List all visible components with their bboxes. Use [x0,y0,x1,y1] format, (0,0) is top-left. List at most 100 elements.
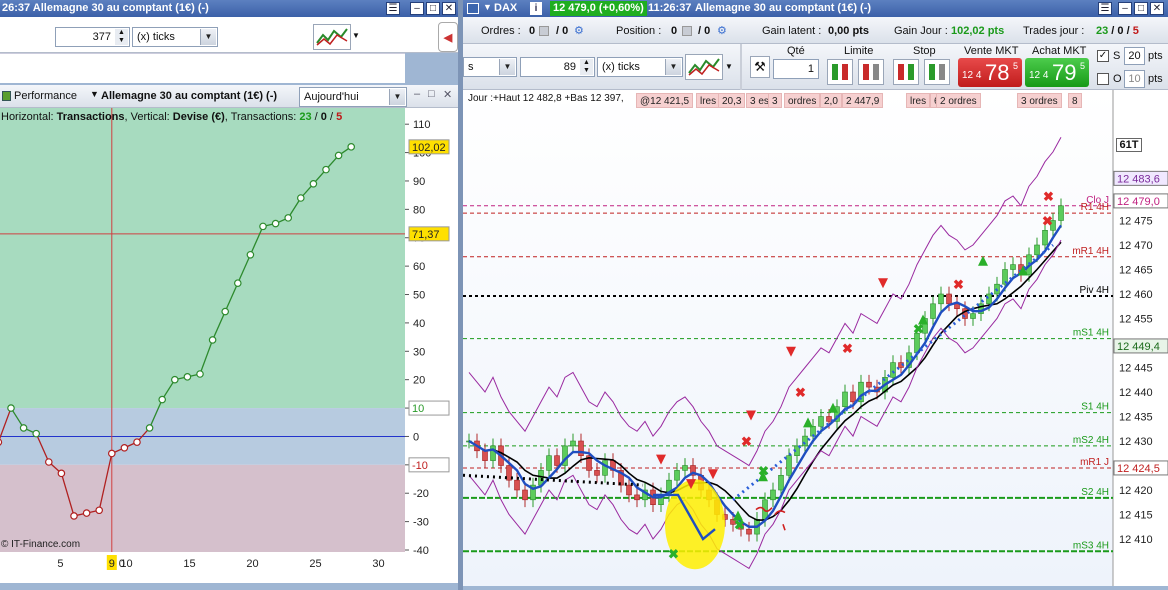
order-tag[interactable]: @12 421,5 [636,93,694,108]
x-tick-label: 15 [183,558,195,570]
info-icon[interactable]: i [530,2,542,15]
limit-buy-button[interactable] [827,59,853,85]
exit-loss-icon: ✖ [953,277,964,292]
equity-point [196,370,204,378]
maximize-icon[interactable]: □ [426,2,440,15]
close-icon[interactable]: ✕ [443,88,452,101]
objective-checkbox[interactable] [1097,73,1109,85]
buy-price-prefix: 12 4 [1029,70,1049,81]
position-total: / 0 [698,25,711,37]
pivot-label: S1 4H [1081,402,1109,413]
minimize-icon[interactable]: – [414,88,420,100]
cursor-value-label: 71,37 [412,229,440,241]
exit-loss-icon: ✖ [842,341,853,356]
equity-point [259,222,267,231]
left-ticks-input[interactable]: 377 ▲ ▼ [55,27,130,47]
performance-chart[interactable]: 1101009080706050403020100-10-20-30-40510… [0,108,458,583]
order-tag[interactable]: 3 [768,93,782,108]
trades-day-value: 23 / 0 / 5 [1096,25,1139,37]
period-select[interactable]: Aujourd'hui ▼ [299,87,407,107]
band-top-label: 10 [412,403,424,415]
chevron-down-icon[interactable]: ▼ [90,89,99,99]
chevron-down-icon[interactable]: ▼ [725,62,733,71]
pivot-label: mS1 4H [1073,328,1109,339]
gear-icon[interactable]: ⚙ [574,24,584,37]
order-tag[interactable]: 8 [1068,93,1082,108]
close-icon[interactable]: ✕ [442,2,456,15]
candle-body [778,474,784,491]
spin-icon[interactable]: ▲ ▼ [115,29,128,45]
order-tag[interactable]: ordres [784,93,821,108]
sell-mkt-button[interactable]: 12 4 78 5 [958,58,1022,87]
y-tick-label: -20 [413,488,429,500]
spin-icon[interactable]: ▲ ▼ [580,59,593,75]
limit-sell-button[interactable] [858,59,884,85]
close-position-icon[interactable] [682,26,692,36]
orders-total: / 0 [556,25,569,37]
candle-body [1042,230,1048,246]
high-price-label: 12 483,6 [1117,173,1160,185]
chart-period-select[interactable]: s ▼ [463,57,517,77]
chevron-down-icon[interactable]: ▼ [483,2,492,12]
cancel-orders-icon[interactable] [539,26,549,36]
stop-buy-button[interactable] [893,59,919,85]
chevron-down-icon[interactable]: ▼ [352,31,360,40]
right-ticks-mode-select[interactable]: (x) ticks ▼ [597,57,683,77]
minimize-icon[interactable]: – [1118,2,1132,15]
minimize-icon[interactable]: – [410,2,424,15]
price-chart[interactable]: 12 47512 47012 46512 46012 45512 45012 4… [462,90,1168,586]
order-tag[interactable]: 2 447,9 [842,93,884,108]
performance-instrument[interactable]: Allemagne 30 au comptant (1€) (-) [101,90,277,102]
equity-point [322,165,330,174]
equity-point [95,506,104,515]
equity-point [183,373,192,381]
sell-price-prefix: 12 4 [962,70,982,81]
x-tick-label: 25 [309,558,321,570]
chart-type-button[interactable] [685,54,723,80]
equity-point [171,375,179,384]
equity-point [19,424,28,432]
exit-win-icon: ✖ [668,547,679,562]
equity-point [44,458,53,466]
right-ticks-input[interactable]: 89 ▲ ▼ [520,57,595,77]
performance-tab[interactable]: Performance [14,90,77,102]
copyright-text: © IT-Finance.com [1,539,81,550]
toolbar-separator [740,44,742,90]
wrench-icon[interactable]: ⚒ [750,56,770,78]
exit-win-icon: ✖ [758,463,769,478]
stop-sell-button[interactable] [924,59,950,85]
order-tag[interactable]: 2,0 [820,93,842,108]
left-ticks-mode-select[interactable]: (x) ticks ▼ [132,27,218,47]
order-tag[interactable]: 2 ordres [936,93,981,108]
candle-body [682,465,688,471]
sidebar-toggle-icon[interactable]: ◀ [438,22,458,52]
stop-points-input[interactable]: 20 [1124,47,1145,65]
objective-points-input[interactable]: 10 [1124,70,1145,88]
qty-input[interactable]: 1 [773,59,819,79]
price-tick-label: 12 435 [1119,412,1153,424]
order-tag[interactable]: lres [696,93,721,108]
pivot-label: Piv 4H [1080,285,1109,296]
limit-buy-icon [832,64,848,80]
stop-checkbox[interactable]: ✓ [1097,50,1109,62]
window-icon[interactable] [467,3,479,14]
candle-body [842,391,848,407]
orders-label: Ordres : [481,25,521,37]
candle-body [570,440,576,447]
objective-points-unit: pts [1148,73,1163,85]
menu-icon[interactable]: ☰ [386,2,400,15]
buy-mkt-button[interactable]: 12 4 79 5 [1025,58,1089,87]
maximize-icon[interactable]: □ [1134,2,1148,15]
order-tag[interactable]: lres [906,93,931,108]
gear-icon[interactable]: ⚙ [717,24,727,37]
instrument-code[interactable]: DAX [494,2,517,14]
y-tick-label: -30 [413,517,429,529]
equity-point [334,151,343,160]
chart-type-button[interactable] [313,24,351,50]
menu-icon[interactable]: ☰ [1098,2,1112,15]
cursor-x-label: 9 [109,558,115,570]
maximize-icon[interactable]: □ [428,88,435,100]
order-tag[interactable]: 3 ordres [1017,93,1062,108]
close-icon[interactable]: ✕ [1150,2,1164,15]
order-tag[interactable]: 20,3 [718,93,746,108]
